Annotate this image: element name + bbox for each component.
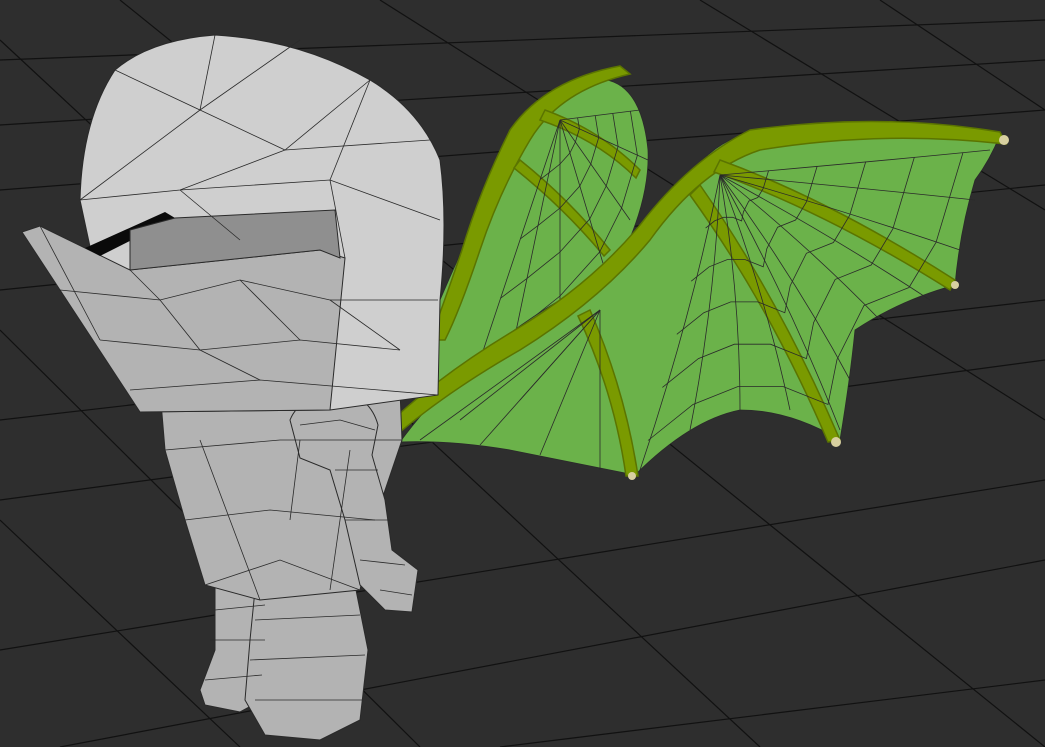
claw-tip-4: [628, 472, 636, 480]
claw-tip-1: [999, 135, 1009, 145]
claw-tip-2: [951, 281, 959, 289]
knight-leg-right: [244, 584, 369, 741]
viewport-canvas[interactable]: [0, 0, 1045, 747]
3d-viewport[interactable]: [0, 0, 1045, 747]
claw-tip-3: [831, 437, 841, 447]
